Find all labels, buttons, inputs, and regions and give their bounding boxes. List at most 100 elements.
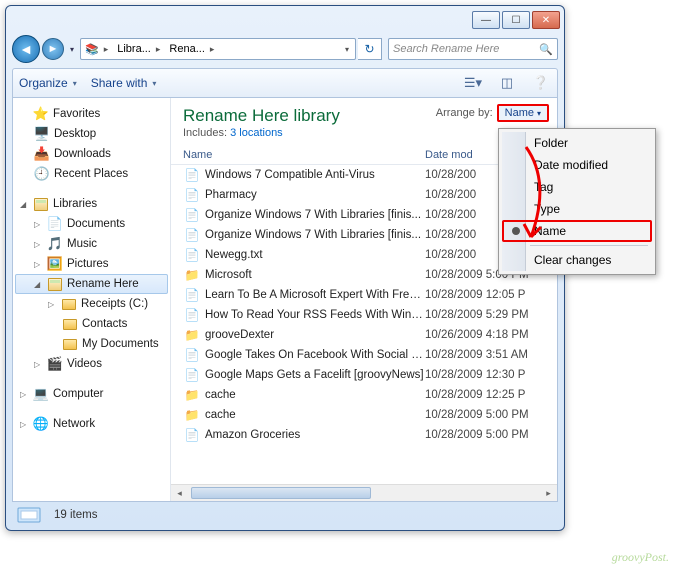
tree-rename-here[interactable]: ◢Rename Here (15, 274, 168, 294)
file-icon: 📄 (183, 187, 201, 203)
menu-item-clear-changes[interactable]: Clear changes (502, 249, 652, 271)
file-date: 10/28/2009 12:25 P (425, 389, 557, 401)
file-name: grooveDexter (205, 329, 425, 341)
search-icon[interactable]: 🔍 (539, 43, 553, 56)
tree-documents[interactable]: ▷📄Documents (15, 214, 168, 234)
file-row[interactable]: 📄Amazon Groceries10/28/2009 5:00 PM (183, 425, 557, 445)
command-bar: Organize Share with ☰▾ ◫ ❔ (12, 68, 558, 98)
file-icon: 📄 (183, 167, 201, 183)
preview-pane-button[interactable]: ◫ (497, 73, 517, 93)
scroll-right-arrow[interactable]: ▸ (540, 485, 557, 501)
tree-recent-places[interactable]: 🕘Recent Places (15, 164, 168, 184)
refresh-button[interactable]: ↻ (358, 38, 382, 60)
tree-videos[interactable]: ▷🎬Videos (15, 354, 168, 374)
forward-button[interactable]: ► (42, 38, 64, 60)
nav-history-dropdown[interactable]: ▾ (66, 39, 78, 59)
tree-favorites[interactable]: ⭐Favorites (15, 104, 168, 124)
menu-item-name[interactable]: Name (502, 220, 652, 242)
file-row[interactable]: 📄Google Maps Gets a Facelift [groovyNews… (183, 365, 557, 385)
arrange-by-dropdown[interactable]: Name (497, 104, 549, 122)
tree-music[interactable]: ▷🎵Music (15, 234, 168, 254)
file-icon: 📄 (183, 367, 201, 383)
menu-item-type[interactable]: Type (502, 198, 652, 220)
radio-selected-icon (512, 227, 520, 235)
file-row[interactable]: 📄 How To Read Your RSS Feeds With Wind...… (183, 305, 557, 325)
address-dropdown-icon[interactable]: ▾ (339, 45, 355, 54)
computer-icon: 💻 (33, 386, 49, 402)
tree-desktop[interactable]: 🖥️Desktop (15, 124, 168, 144)
search-input[interactable]: Search Rename Here 🔍 (388, 38, 558, 60)
network-icon: 🌐 (33, 416, 49, 432)
tree-downloads[interactable]: 📥Downloads (15, 144, 168, 164)
recent-icon: 🕘 (34, 166, 50, 182)
videos-icon: 🎬 (47, 356, 63, 372)
address-bar[interactable]: 📚 Libra... Rena... ▾ (80, 38, 356, 60)
file-date: 10/28/2009 5:00 PM (425, 409, 557, 421)
file-icon: 📄 (183, 247, 201, 263)
watermark: groovyPost. (612, 550, 669, 565)
search-placeholder: Search Rename Here (393, 43, 499, 55)
breadcrumb-root[interactable]: 📚 (81, 39, 113, 59)
library-icon: 📚 (85, 43, 99, 56)
titlebar: — ☐ ✕ (6, 6, 564, 34)
scroll-left-arrow[interactable]: ◂ (171, 485, 188, 501)
tree-network[interactable]: ▷🌐Network (15, 414, 168, 434)
status-library-icon (16, 504, 46, 526)
file-icon: 📄 (183, 307, 201, 323)
file-name: Microsoft (205, 269, 425, 281)
file-name: Organize Windows 7 With Libraries [finis… (205, 209, 425, 221)
file-row[interactable]: 📁cache10/28/2009 12:25 P (183, 385, 557, 405)
back-button[interactable]: ◄ (12, 35, 40, 63)
downloads-icon: 📥 (34, 146, 50, 162)
file-name: Newegg.txt (205, 249, 425, 261)
tree-contacts[interactable]: Contacts (15, 314, 168, 334)
content-area: ⭐Favorites 🖥️Desktop 📥Downloads 🕘Recent … (12, 98, 558, 502)
folder-icon (62, 336, 78, 352)
tree-computer[interactable]: ▷💻Computer (15, 384, 168, 404)
column-name[interactable]: Name (183, 149, 425, 161)
help-button[interactable]: ❔ (531, 73, 551, 93)
file-icon: 📄 (183, 227, 201, 243)
status-bar: 19 items (16, 504, 554, 526)
share-with-menu[interactable]: Share with (91, 76, 157, 90)
file-date: 10/26/2009 4:18 PM (425, 329, 557, 341)
file-row[interactable]: 📄Learn To Be A Microsoft Expert With Fre… (183, 285, 557, 305)
tree-receipts[interactable]: ▷Receipts (C:) (15, 294, 168, 314)
scroll-thumb[interactable] (191, 487, 371, 499)
file-row[interactable]: 📁grooveDexter10/26/2009 4:18 PM (183, 325, 557, 345)
file-name: How To Read Your RSS Feeds With Wind... (205, 309, 425, 321)
minimize-button[interactable]: — (472, 11, 500, 29)
tree-libraries[interactable]: ◢Libraries (15, 194, 168, 214)
navigation-tree: ⭐Favorites 🖥️Desktop 📥Downloads 🕘Recent … (13, 98, 171, 501)
file-date: 10/28/2009 5:00 PM (425, 429, 557, 441)
maximize-button[interactable]: ☐ (502, 11, 530, 29)
music-icon: 🎵 (47, 236, 63, 252)
locations-link[interactable]: 3 locations (230, 127, 283, 139)
libraries-icon (33, 196, 49, 212)
tree-pictures[interactable]: ▷🖼️Pictures (15, 254, 168, 274)
menu-item-tag[interactable]: Tag (502, 176, 652, 198)
folder-icon (62, 316, 78, 332)
organize-menu[interactable]: Organize (19, 76, 77, 90)
file-row[interactable]: 📄Google Takes On Facebook With Social S.… (183, 345, 557, 365)
documents-icon: 📄 (47, 216, 63, 232)
view-options-button[interactable]: ☰▾ (463, 73, 483, 93)
folder-icon (61, 296, 77, 312)
file-name: Pharmacy (205, 189, 425, 201)
file-name: cache (205, 409, 425, 421)
file-name: cache (205, 389, 425, 401)
library-subtitle: Includes: 3 locations (183, 127, 545, 139)
menu-item-folder[interactable]: Folder (502, 132, 652, 154)
window-controls: — ☐ ✕ (472, 11, 560, 29)
file-row[interactable]: 📁 cache10/28/2009 5:00 PM (183, 405, 557, 425)
menu-item-date-modified[interactable]: Date modified (502, 154, 652, 176)
file-icon: 📁 (183, 407, 201, 423)
horizontal-scrollbar[interactable]: ◂ ▸ (171, 484, 557, 501)
close-button[interactable]: ✕ (532, 11, 560, 29)
breadcrumb-libraries[interactable]: Libra... (113, 39, 165, 59)
breadcrumb-rename-here[interactable]: Rena... (165, 39, 219, 59)
file-icon: 📄 (183, 347, 201, 363)
file-name: Windows 7 Compatible Anti-Virus (205, 169, 425, 181)
file-date: 10/28/2009 12:30 P (425, 369, 557, 381)
tree-my-documents[interactable]: My Documents (15, 334, 168, 354)
